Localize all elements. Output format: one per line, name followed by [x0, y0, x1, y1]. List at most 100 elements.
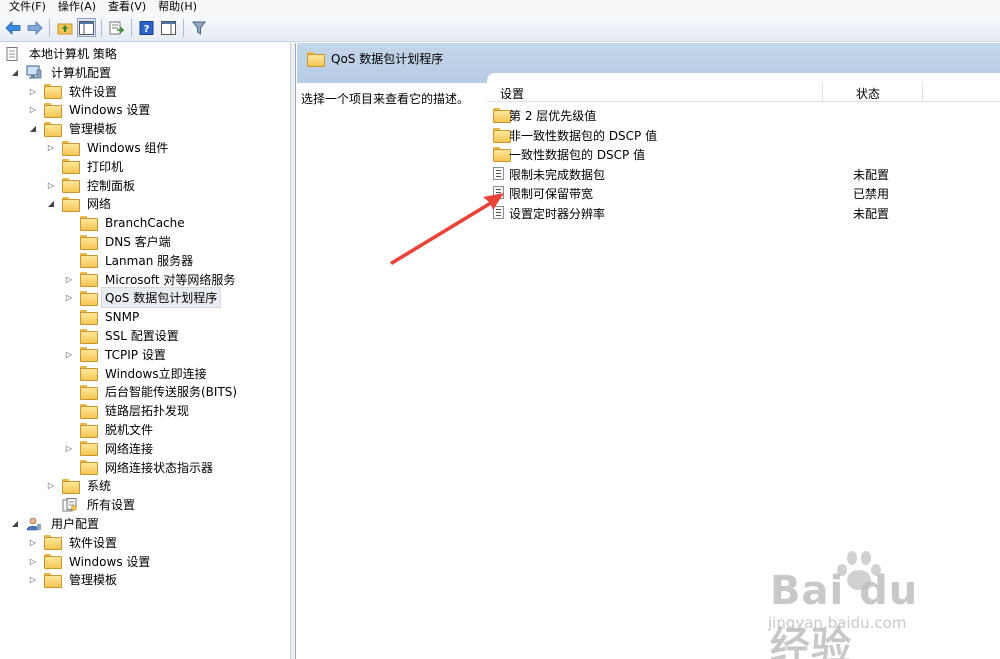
- tree-item-label: 脱机文件: [105, 423, 154, 437]
- tree-item-label: Microsoft 对等网络服务: [105, 272, 236, 287]
- column-header-state[interactable]: 状态: [856, 85, 880, 102]
- tree-item[interactable]: Lanman 服务器: [64, 251, 196, 270]
- tree-item[interactable]: SNMP: [64, 307, 142, 326]
- tree-item-label: 打印机: [87, 159, 124, 174]
- folder-icon: [80, 347, 98, 363]
- collapsed-triangle-icon[interactable]: ▷: [64, 349, 74, 359]
- setting-row[interactable]: 非一致性数据包的 DSCP 值: [487, 125, 1000, 144]
- pane-splitter[interactable]: [291, 43, 296, 659]
- tree-item-label: BranchCache: [105, 215, 185, 230]
- setting-row[interactable]: 限制可保留带宽 已禁用: [487, 183, 1000, 202]
- tree-item[interactable]: ▷ 控制面板: [46, 176, 138, 195]
- tree-item[interactable]: ▷ Windows 设置: [28, 100, 153, 119]
- tree-item[interactable]: 打印机: [46, 157, 126, 176]
- column-header-setting[interactable]: 设置: [500, 85, 524, 102]
- tree-item-label: 控制面板: [87, 178, 136, 193]
- collapsed-triangle-icon[interactable]: ▷: [64, 443, 74, 453]
- folder-icon: [80, 234, 98, 250]
- setting-row[interactable]: 第 2 层优先级值: [487, 105, 1000, 124]
- tree-item-label: Windows 组件: [87, 141, 169, 155]
- tree-item[interactable]: ▷ 系统: [46, 476, 114, 495]
- tree-item[interactable]: ▷ TCPIP 设置: [64, 345, 169, 364]
- tree-item[interactable]: 后台智能传送服务(BITS): [64, 382, 240, 401]
- folder-icon: [80, 422, 98, 438]
- tree-item-label: 网络连接状态指示器: [105, 460, 214, 475]
- collapsed-triangle-icon[interactable]: ▷: [28, 575, 38, 585]
- tree-item[interactable]: ◢ 网络: [46, 194, 114, 213]
- tree-item[interactable]: ◢ 管理模板: [28, 119, 120, 138]
- tree-item[interactable]: BranchCache: [64, 213, 188, 232]
- console-tree-icon: [79, 20, 94, 35]
- export-list-icon: [109, 21, 124, 34]
- tree-item[interactable]: ▷ Windows 组件: [46, 138, 171, 157]
- show-hide-tree-button[interactable]: [77, 18, 96, 37]
- forward-button[interactable]: [25, 18, 44, 37]
- tree-item[interactable]: DNS 客户端: [64, 232, 174, 251]
- up-level-button[interactable]: [55, 18, 74, 37]
- tree-item[interactable]: 脱机文件: [64, 420, 156, 439]
- help-button[interactable]: ?: [137, 18, 156, 37]
- setting-row[interactable]: 设置定时器分辨率 未配置: [487, 203, 1000, 222]
- export-list-button[interactable]: [107, 18, 126, 37]
- user-icon: [26, 517, 42, 531]
- collapsed-triangle-icon[interactable]: ▷: [28, 537, 38, 547]
- menu-help[interactable]: 帮助(H): [152, 0, 203, 14]
- menu-file[interactable]: 文件(F): [0, 0, 52, 14]
- collapsed-triangle-icon[interactable]: ▷: [28, 556, 38, 566]
- expanded-triangle-icon[interactable]: ◢: [28, 124, 38, 134]
- show-action-pane-button[interactable]: [159, 18, 178, 37]
- tree-item-label: 后台智能传送服务(BITS): [105, 385, 238, 400]
- folder-icon: [44, 535, 62, 551]
- menu-view[interactable]: 查看(V): [102, 0, 152, 14]
- back-button[interactable]: [3, 18, 22, 37]
- column-header-row: 设置 状态: [487, 82, 1000, 102]
- svg-text:?: ?: [144, 24, 150, 35]
- filter-button[interactable]: [189, 18, 208, 37]
- setting-row[interactable]: 一致性数据包的 DSCP 值: [487, 144, 1000, 163]
- console-tree[interactable]: 本地计算机 策略 ◢ 计算机配置 ▷ 软件设置 ▷ Windows 设置 ◢ 管理模板 ▷ Wind…: [0, 43, 291, 659]
- tree-item[interactable]: 所有设置: [46, 495, 138, 514]
- tree-item[interactable]: ▷ Microsoft 对等网络服务: [64, 270, 238, 289]
- expanded-triangle-icon[interactable]: ◢: [46, 199, 56, 209]
- tree-item[interactable]: 链路层拓扑发现: [64, 401, 192, 420]
- tree-item[interactable]: ▷ QoS 数据包计划程序: [64, 287, 222, 309]
- collapsed-triangle-icon[interactable]: ▷: [64, 274, 74, 284]
- folder-icon: [80, 403, 98, 419]
- tree-item-label: 软件设置: [69, 535, 118, 550]
- folder-icon: [62, 140, 80, 156]
- collapsed-triangle-icon[interactable]: ▷: [46, 143, 56, 153]
- toolbar-separator: [131, 18, 132, 37]
- folder-icon: [44, 102, 62, 118]
- menu-action[interactable]: 操作(A): [52, 0, 102, 14]
- collapsed-triangle-icon[interactable]: ▷: [46, 481, 56, 491]
- toolbar-separator: [49, 18, 50, 37]
- collapsed-triangle-icon[interactable]: ▷: [64, 293, 74, 303]
- folder-icon: [80, 309, 98, 325]
- tree-item[interactable]: ◢ 计算机配置: [10, 63, 114, 82]
- tree-item[interactable]: 网络连接状态指示器: [64, 458, 216, 477]
- collapsed-triangle-icon[interactable]: ▷: [28, 105, 38, 115]
- tree-item[interactable]: ▷ 软件设置: [28, 82, 120, 101]
- tree-item[interactable]: Windows立即连接: [64, 364, 210, 383]
- column-divider[interactable]: [822, 82, 823, 102]
- tree-item[interactable]: ▷ Windows 设置: [28, 552, 153, 571]
- tree-item[interactable]: ◢ 用户配置: [10, 514, 102, 533]
- tree-item[interactable]: SSL 配置设置: [64, 326, 182, 345]
- tree-item[interactable]: 本地计算机 策略: [4, 44, 120, 63]
- tree-item-label: Windows立即连接: [105, 366, 207, 381]
- tree-item-label: Lanman 服务器: [105, 253, 194, 268]
- tree-item[interactable]: ▷ 管理模板: [28, 570, 120, 589]
- tree-item[interactable]: ▷ 软件设置: [28, 533, 120, 552]
- tree-item-label: Windows 设置: [69, 554, 151, 569]
- setting-row[interactable]: 限制未完成数据包 未配置: [487, 164, 1000, 183]
- expanded-triangle-icon[interactable]: ◢: [10, 67, 20, 77]
- expanded-triangle-icon[interactable]: ◢: [10, 519, 20, 529]
- tree-item-label: Windows 设置: [69, 103, 151, 118]
- collapsed-triangle-icon[interactable]: ▷: [28, 86, 38, 96]
- tree-item[interactable]: ▷ 网络连接: [64, 439, 156, 458]
- policy-setting-icon: [493, 166, 504, 180]
- column-divider[interactable]: [922, 82, 923, 102]
- collapsed-triangle-icon[interactable]: ▷: [46, 180, 56, 190]
- folder-icon: [493, 108, 511, 123]
